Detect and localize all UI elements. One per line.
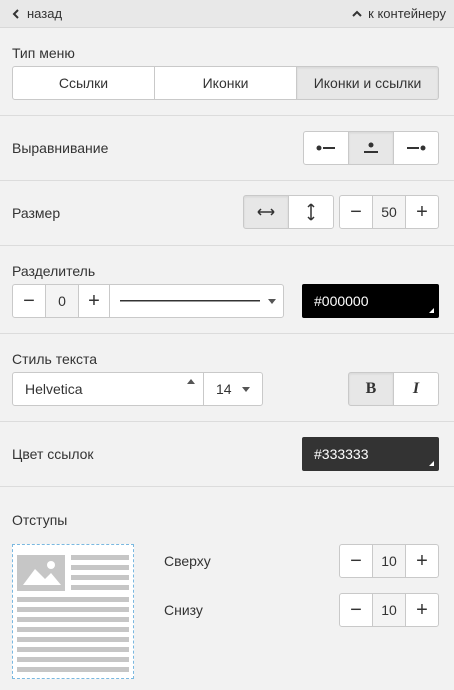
- padding-section: Отступы Сверху − 10 + Снизу − 10 +: [0, 487, 454, 690]
- bold-icon: B: [365, 380, 377, 397]
- padding-preview-illustration: [12, 544, 134, 679]
- italic-icon: I: [412, 380, 420, 397]
- size-width-button[interactable]: [243, 195, 289, 229]
- padding-top-value-field[interactable]: 10: [372, 544, 406, 578]
- padding-bottom-decrement-button[interactable]: −: [339, 593, 373, 627]
- chevron-down-icon: [242, 386, 250, 392]
- chevron-up-icon: [187, 379, 195, 384]
- divider-value: 0: [58, 293, 66, 309]
- font-family-select[interactable]: Helvetica: [12, 372, 204, 406]
- size-increment-button[interactable]: +: [405, 195, 439, 229]
- align-center-button[interactable]: [348, 131, 394, 165]
- top-nav-bar: назад к контейнеру: [0, 0, 454, 28]
- text-style-label: Стиль текста: [12, 351, 98, 367]
- link-color-value: #333333: [314, 446, 369, 462]
- plus-icon: +: [416, 549, 428, 572]
- menu-type-icons-and-links-button[interactable]: Иконки и ссылки: [296, 66, 439, 100]
- menu-type-links-label: Ссылки: [58, 75, 109, 91]
- divider-section: Разделитель − 0 + #000000: [0, 246, 454, 334]
- align-left-icon: [316, 145, 335, 151]
- padding-label: Отступы: [12, 512, 68, 528]
- link-color-section: Цвет ссылок #333333: [0, 422, 454, 487]
- align-center-icon: [364, 142, 378, 153]
- chevron-up-icon: [352, 10, 362, 17]
- back-link[interactable]: назад: [10, 6, 62, 21]
- text-style-section: Стиль текста Helvetica 14 B I: [0, 334, 454, 422]
- align-right-button[interactable]: [393, 131, 439, 165]
- plus-icon: +: [416, 200, 428, 223]
- divider-color-picker[interactable]: #000000: [302, 284, 439, 318]
- padding-top-label: Сверху: [164, 553, 211, 569]
- bold-button[interactable]: B: [348, 372, 394, 406]
- padding-bottom-value: 10: [381, 602, 397, 618]
- menu-type-icons-and-links-label: Иконки и ссылки: [313, 75, 422, 91]
- menu-type-label: Тип меню: [12, 45, 75, 61]
- plus-icon: +: [416, 598, 428, 621]
- size-value: 50: [381, 204, 397, 220]
- padding-top-decrement-button[interactable]: −: [339, 544, 373, 578]
- italic-button[interactable]: I: [393, 372, 439, 406]
- divider-label: Разделитель: [12, 263, 96, 279]
- padding-top-increment-button[interactable]: +: [405, 544, 439, 578]
- font-size-value: 14: [216, 381, 232, 397]
- padding-bottom-label: Снизу: [164, 602, 203, 618]
- alignment-section: Выравнивание: [0, 116, 454, 181]
- link-color-picker[interactable]: #333333: [302, 437, 439, 471]
- minus-icon: −: [350, 549, 362, 572]
- to-container-link[interactable]: к контейнеру: [351, 6, 446, 21]
- back-label: назад: [27, 6, 63, 21]
- menu-type-section: Тип меню Ссылки Иконки Иконки и ссылки: [0, 28, 454, 116]
- font-size-select[interactable]: 14: [203, 372, 263, 406]
- size-label: Размер: [12, 205, 61, 221]
- padding-top-value: 10: [381, 553, 397, 569]
- divider-style-select[interactable]: [109, 284, 284, 318]
- minus-icon: −: [350, 200, 362, 223]
- size-height-button[interactable]: [288, 195, 334, 229]
- width-icon: [257, 208, 275, 216]
- content-preview-icon: [17, 555, 129, 672]
- size-section: Размер − 50 +: [0, 181, 454, 246]
- divider-decrement-button[interactable]: −: [12, 284, 46, 318]
- size-decrement-button[interactable]: −: [339, 195, 373, 229]
- align-right-icon: [407, 145, 426, 151]
- divider-increment-button[interactable]: +: [78, 284, 110, 318]
- font-family-value: Helvetica: [25, 381, 83, 397]
- to-container-label: к контейнеру: [368, 6, 446, 21]
- corner-triangle-icon: [429, 308, 434, 313]
- alignment-label: Выравнивание: [12, 140, 109, 156]
- menu-type-icons-label: Иконки: [202, 75, 249, 91]
- chevron-left-icon: [12, 8, 19, 19]
- padding-bottom-value-field[interactable]: 10: [372, 593, 406, 627]
- chevron-down-icon: [268, 298, 276, 304]
- height-icon: [307, 203, 315, 221]
- plus-icon: +: [88, 289, 100, 312]
- minus-icon: −: [350, 598, 362, 621]
- corner-triangle-icon: [429, 461, 434, 466]
- solid-line-icon: [120, 300, 260, 302]
- divider-color-value: #000000: [314, 293, 369, 309]
- link-color-label: Цвет ссылок: [12, 446, 94, 462]
- size-value-field[interactable]: 50: [372, 195, 406, 229]
- menu-type-links-button[interactable]: Ссылки: [12, 66, 155, 100]
- divider-value-field[interactable]: 0: [45, 284, 79, 318]
- padding-bottom-increment-button[interactable]: +: [405, 593, 439, 627]
- menu-type-icons-button[interactable]: Иконки: [154, 66, 297, 100]
- minus-icon: −: [23, 289, 35, 312]
- align-left-button[interactable]: [303, 131, 349, 165]
